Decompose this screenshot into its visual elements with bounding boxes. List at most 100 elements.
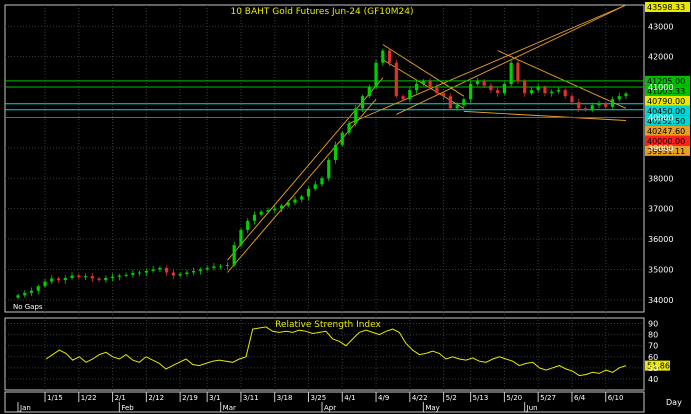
rsi-series: 51.86 — [45, 326, 670, 377]
trendline — [396, 4, 627, 115]
candle — [117, 273, 121, 281]
candle — [185, 269, 189, 277]
month-label: Apr — [324, 404, 336, 412]
month-label: Feb — [121, 404, 134, 412]
candle — [219, 263, 223, 270]
candle — [583, 106, 588, 112]
date-tick-label: 2/1 — [115, 394, 126, 402]
chart-title: 10 BAHT Gold Futures Jun-24 (GF10M24) — [230, 7, 413, 17]
date-tick-label: 5/27 — [540, 394, 556, 402]
date-tick-label: 1/22 — [81, 394, 97, 402]
price-tick-label: 34000 — [648, 296, 673, 305]
month-label: Mar — [223, 404, 236, 412]
trendlines — [227, 4, 627, 273]
price-tick-label: 43000 — [648, 22, 673, 31]
candle — [63, 275, 67, 284]
price-level-label: 40790.00 — [647, 97, 685, 106]
candle — [178, 272, 182, 278]
candle — [50, 275, 54, 285]
candle — [496, 86, 500, 97]
candle — [536, 83, 540, 93]
candle — [475, 77, 479, 86]
price-tick-label: 39000 — [648, 144, 673, 153]
rsi-tick-label: 90 — [648, 320, 658, 329]
candle — [239, 228, 243, 248]
price-level-label: 40247.60 — [647, 127, 685, 136]
period-label: Day — [666, 398, 682, 407]
date-tick-label: 6/10 — [608, 394, 624, 402]
month-label: Jun — [526, 404, 538, 412]
candle — [502, 82, 506, 95]
candle — [556, 86, 561, 94]
candle — [300, 194, 304, 203]
candle — [286, 199, 290, 208]
candle — [516, 59, 520, 85]
candle — [597, 100, 601, 109]
candle — [151, 266, 155, 273]
candle — [313, 180, 317, 191]
candle — [131, 269, 135, 278]
candle — [469, 81, 473, 103]
rsi-title: Relative Strength Index — [275, 320, 381, 330]
trendline — [463, 110, 627, 121]
candle — [259, 209, 263, 217]
candle — [138, 270, 142, 277]
candle — [29, 287, 34, 296]
date-tick-label: 4/1 — [344, 394, 355, 402]
date-tick-label: 5/2 — [446, 394, 457, 402]
rsi-tick-label: 40 — [648, 375, 658, 384]
candle — [192, 267, 196, 276]
candle — [563, 88, 567, 99]
candle — [394, 59, 398, 99]
date-tick-label: 5/20 — [506, 394, 522, 402]
date-tick-label: 5/13 — [473, 394, 489, 402]
candle — [408, 87, 412, 103]
date-tick-label: 2/12 — [148, 394, 164, 402]
candle — [77, 273, 81, 280]
price-tick-label: 36000 — [648, 235, 673, 244]
top-price-label: 43598.33 — [647, 3, 685, 12]
candle — [624, 91, 628, 100]
price-tick-label: 38000 — [648, 174, 673, 183]
candle — [198, 267, 202, 275]
candle — [489, 82, 493, 94]
price-tick-label: 35000 — [648, 265, 673, 274]
candle — [158, 266, 162, 272]
candle — [70, 272, 74, 280]
date-tick-label: 2/19 — [182, 394, 198, 402]
candle — [509, 60, 513, 87]
date-tick-label: 4/22 — [412, 394, 428, 402]
candle — [381, 48, 385, 66]
candle — [448, 93, 452, 111]
candle — [43, 279, 47, 288]
candle — [523, 79, 527, 97]
price-panel-frame — [4, 4, 645, 313]
candle — [165, 265, 169, 276]
date-tick-label: 6/4 — [574, 394, 586, 402]
candle — [617, 92, 621, 102]
chart-window: 41205.00 41003.33 40790.00 40450.00 40252.50… — [0, 0, 691, 414]
candle — [232, 241, 236, 267]
candle — [97, 276, 101, 282]
trendline — [227, 98, 377, 273]
candle — [36, 284, 40, 295]
price-tick-label: 41000 — [648, 83, 673, 92]
date-tick-label: 3/11 — [243, 394, 259, 402]
candle — [16, 293, 20, 300]
candle — [144, 268, 148, 277]
no-gaps-label: No Gaps — [13, 303, 43, 311]
candle — [252, 211, 257, 225]
candle — [529, 87, 534, 95]
candle — [387, 48, 392, 67]
rsi-tick-label: 70 — [648, 342, 658, 351]
candle — [110, 273, 115, 281]
candle — [306, 186, 311, 201]
candle — [90, 272, 94, 283]
price-tick-label: 42000 — [648, 53, 673, 62]
candle — [83, 273, 88, 281]
date-tick-label: 3/1 — [209, 394, 220, 402]
candle — [414, 80, 419, 94]
candle — [610, 96, 615, 109]
candle — [104, 275, 108, 283]
candle — [205, 265, 209, 272]
